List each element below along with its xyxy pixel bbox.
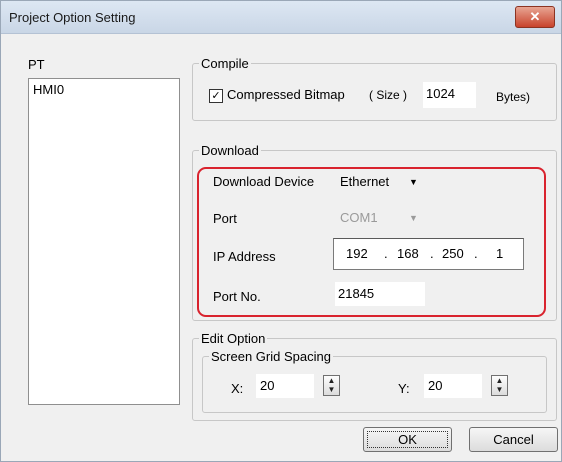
x-grid-field[interactable]: 20 [256,374,314,398]
compile-legend: Compile [201,56,249,71]
screen-grid-spacing-legend: Screen Grid Spacing [211,349,331,364]
window-title: Project Option Setting [9,10,136,25]
checkmark-icon: ✓ [211,90,221,102]
edit-option-legend: Edit Option [201,331,266,346]
spin-up-icon: ▲ [327,376,336,385]
cancel-button-label: Cancel [493,432,534,447]
x-spin-button[interactable]: ▲ ▼ [323,375,340,396]
y-grid-value: 20 [428,378,443,393]
y-spin-button[interactable]: ▲ ▼ [491,375,508,396]
bytes-label: Bytes) [496,90,531,104]
size-value: 1024 [426,86,455,101]
close-button[interactable]: ✕ [515,6,555,28]
compressed-bitmap-label: Compressed Bitmap [227,87,345,102]
y-grid-field[interactable]: 20 [424,374,482,398]
x-grid-value: 20 [260,378,275,393]
pt-list-item[interactable]: HMI0 [33,82,64,97]
size-field[interactable]: 1024 [423,82,476,108]
ok-button[interactable]: OK [363,427,452,452]
spin-down-icon: ▼ [327,385,336,394]
pt-listbox[interactable]: HMI0 [28,78,180,405]
compressed-bitmap-checkbox[interactable]: ✓ [209,89,223,103]
y-label: Y: [398,381,410,396]
cancel-button[interactable]: Cancel [469,427,558,452]
highlight-box [197,167,546,317]
focus-ring [367,431,448,448]
close-icon: ✕ [529,9,541,24]
pt-label: PT [28,57,45,72]
x-label: X: [231,381,244,396]
spin-down-icon: ▼ [495,385,504,394]
size-label: ( Size ) [369,88,408,102]
spin-up-icon: ▲ [495,376,504,385]
download-legend: Download [201,143,259,158]
title-bar: Project Option Setting ✕ [1,1,561,34]
project-option-dialog: Project Option Setting ✕ PT HMI0 Compile… [0,0,562,462]
